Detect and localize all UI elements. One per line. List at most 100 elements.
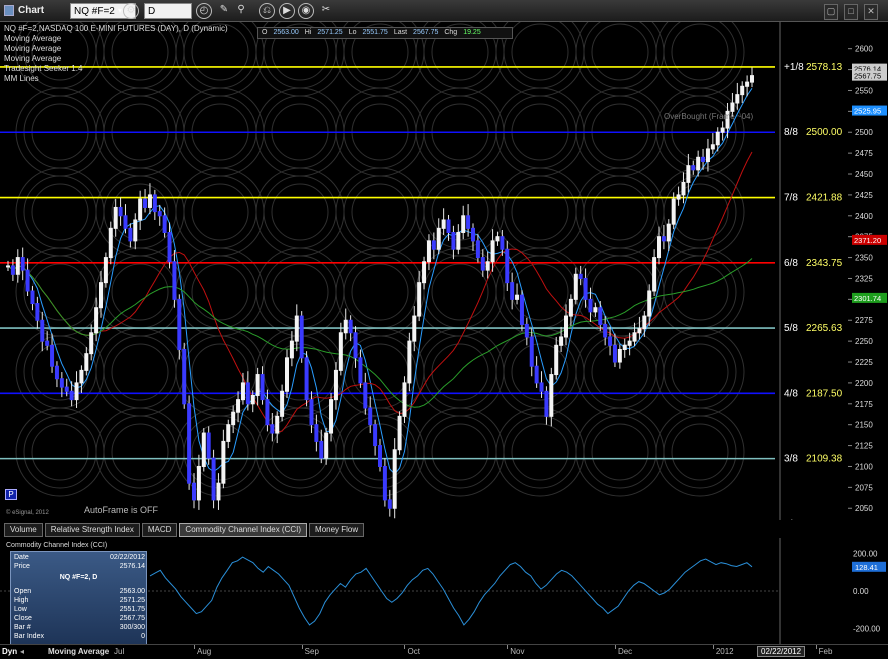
- candle-body: [133, 219, 138, 242]
- clock-icon[interactable]: ◴: [196, 3, 212, 19]
- tick-label: 200.00: [853, 549, 878, 558]
- candle-body: [69, 390, 74, 401]
- candle-body: [642, 315, 647, 330]
- symbol-dropdown-icon[interactable]: ▾: [118, 6, 122, 22]
- candle-body: [319, 440, 324, 459]
- candle-body: [471, 227, 475, 242]
- candle-body: [681, 181, 686, 196]
- candle-body: [363, 382, 368, 409]
- close-button[interactable]: ✕: [864, 4, 878, 20]
- legend-symbol-line: NQ #F=2,NASDAQ 100 E-MINI FUTURES (DAY),…: [4, 24, 228, 33]
- candle-body: [143, 198, 148, 208]
- candle-body: [456, 232, 461, 250]
- candle-body: [187, 403, 192, 484]
- candle-body: [108, 227, 113, 259]
- candle-body: [730, 102, 735, 112]
- candle-body: [666, 223, 671, 242]
- candle-body: [505, 248, 510, 284]
- data-value: 2551.75: [119, 606, 145, 613]
- window-title: Chart: [18, 5, 45, 16]
- data-window: Date 02/22/2012 Price 2576.14 NQ #F=2, D O…: [10, 551, 147, 648]
- candle-body: [559, 336, 564, 346]
- tick-label: 2075: [855, 483, 873, 492]
- candle-body: [696, 156, 701, 171]
- candle-body: [710, 144, 715, 150]
- candle-body: [529, 336, 534, 367]
- candle-body: [750, 75, 754, 83]
- month-label: Oct: [407, 647, 420, 656]
- candle-body: [59, 378, 64, 388]
- candle-body: [15, 257, 20, 275]
- link-icon[interactable]: ⚲: [233, 3, 249, 19]
- candle-body: [25, 269, 30, 292]
- candle-body: [245, 382, 250, 405]
- candle-body: [343, 319, 348, 334]
- legend-study: Moving Average: [4, 44, 62, 53]
- candle-body: [40, 319, 45, 342]
- cci-last-label: 128.41: [855, 563, 878, 572]
- tick-label: 2350: [855, 254, 873, 263]
- candle-body: [436, 227, 441, 250]
- data-row-price: Price 2576.14: [14, 562, 145, 571]
- candle-body: [240, 382, 245, 401]
- replay-icon[interactable]: ⎌: [259, 3, 275, 19]
- candle-body: [285, 357, 289, 392]
- stop-icon[interactable]: ◉: [298, 3, 314, 19]
- candle-body: [691, 165, 696, 171]
- maximize-button[interactable]: □: [844, 4, 858, 20]
- candle-body: [647, 290, 652, 317]
- tick-label: 2450: [855, 170, 873, 179]
- candle-body: [441, 219, 446, 229]
- restore-button[interactable]: ▢: [824, 4, 838, 20]
- play-icon[interactable]: ▶: [279, 3, 295, 19]
- candle-body: [10, 265, 15, 275]
- copyright-label: © eSignal, 2012: [6, 510, 49, 516]
- data-value: 300/300: [119, 624, 145, 631]
- settings-icon[interactable]: ⚙: [123, 3, 139, 19]
- month-tick: [404, 645, 406, 649]
- legend-study: Tradesight Seeker 1.4: [4, 64, 83, 73]
- candle-body: [485, 261, 490, 271]
- month-tick: [507, 645, 509, 649]
- moving-average-label: Moving Average: [48, 647, 110, 656]
- candle-body: [583, 277, 588, 300]
- interval-input[interactable]: [144, 3, 192, 19]
- candle-body: [231, 411, 236, 426]
- month-label: 2012: [715, 647, 734, 656]
- candle-body: [578, 273, 583, 279]
- chart-titlebar: Chart ▾ ⚙ ◴ ✎ ⚲ ⎌ ▶ ◉ ✂ ▢ □ ✕: [0, 0, 888, 22]
- data-row-high: High 2571.25: [14, 596, 145, 605]
- tick-label: 2325: [855, 274, 873, 283]
- candle-body: [221, 440, 226, 484]
- murray-value: 2578.13: [806, 62, 843, 73]
- candle-body: [152, 194, 157, 213]
- price-chart[interactable]: 2050 2075 2100 2125 2150 2175 2200 2225 2250 2275…: [0, 22, 888, 520]
- tools-icon[interactable]: ✂: [318, 3, 334, 19]
- candle-body: [260, 374, 265, 401]
- candle-body: [270, 424, 275, 434]
- tick-label: 2500: [855, 128, 873, 137]
- legend-study: Moving Average: [4, 34, 62, 43]
- p-marker[interactable]: P: [5, 489, 17, 500]
- draw-pencil-icon[interactable]: ✎: [216, 3, 232, 19]
- candle-body: [157, 211, 162, 217]
- candle-body: [304, 357, 309, 401]
- candle-body: [333, 369, 338, 401]
- candle-body: [54, 365, 59, 380]
- dyn-button[interactable]: Dyn: [2, 647, 17, 656]
- month-label: Aug: [197, 647, 212, 656]
- candle-body: [657, 236, 661, 259]
- month-tick: [614, 645, 616, 649]
- candle-body: [573, 273, 578, 300]
- month-tick: [712, 645, 714, 649]
- month-label: Sep: [304, 647, 319, 656]
- data-label: Date: [14, 554, 29, 561]
- candle-body: [338, 332, 343, 371]
- scroll-left-icon[interactable]: ◂: [20, 647, 24, 656]
- candle-body: [544, 390, 549, 417]
- candle-body: [314, 424, 319, 442]
- chart-window-icon: [4, 5, 14, 16]
- candle-body: [123, 215, 128, 229]
- candle-body: [20, 257, 25, 271]
- candle-body: [446, 219, 451, 234]
